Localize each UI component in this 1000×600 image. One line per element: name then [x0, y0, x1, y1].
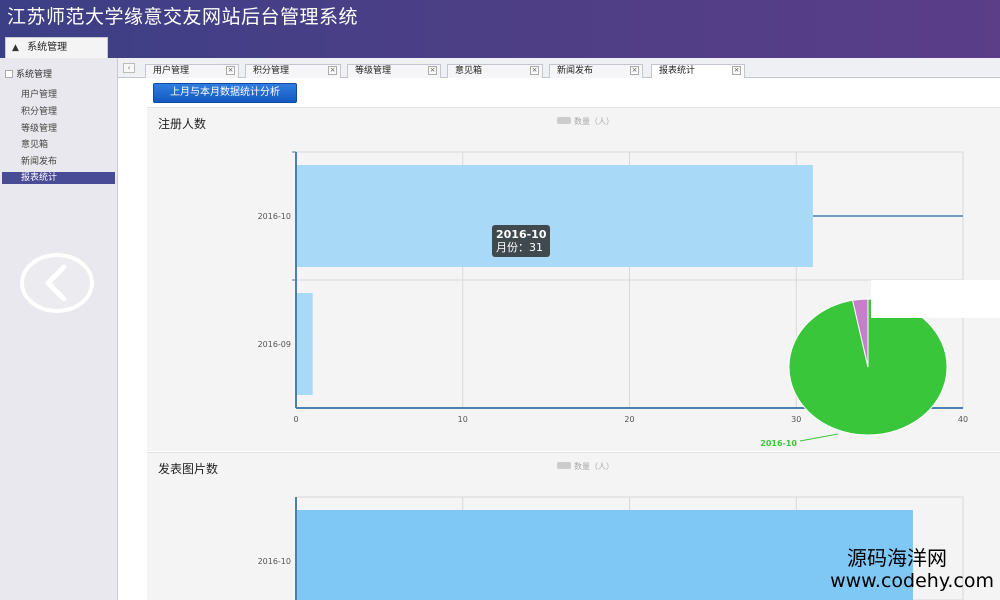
photos-chart: 2016-10: [258, 496, 964, 600]
watermark-line1: 源码海洋网: [847, 546, 947, 570]
watermark: 源码海洋网 www.codehy.com: [830, 546, 994, 592]
y-tick-label: 2016-10: [258, 557, 291, 566]
watermark-line2: www.codehy.com: [830, 570, 994, 592]
bar: [296, 510, 913, 600]
